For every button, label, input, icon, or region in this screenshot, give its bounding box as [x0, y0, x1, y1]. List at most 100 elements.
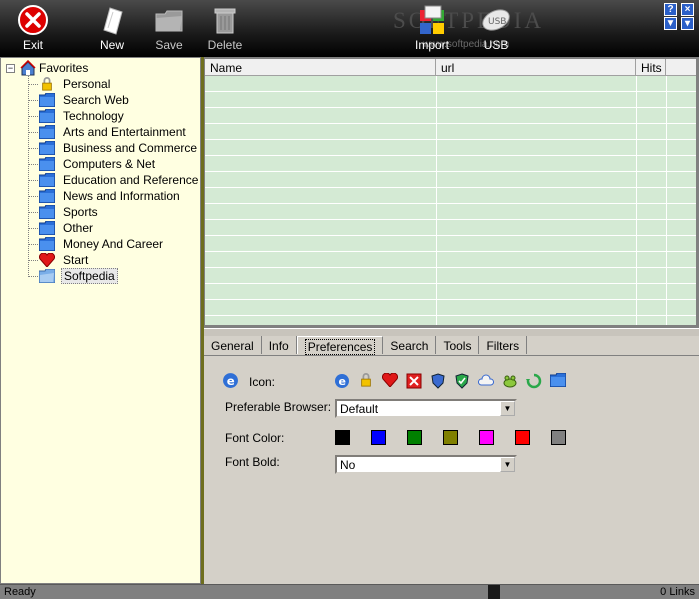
status-divider: [488, 585, 500, 599]
tree-item-label: Arts and Entertainment: [63, 125, 186, 139]
tree-guide-branch: [28, 228, 38, 229]
status-bar: Ready 0 Links: [0, 584, 699, 599]
exit-button[interactable]: Exit: [7, 4, 59, 54]
column-name[interactable]: Name: [205, 59, 436, 75]
ie-icon[interactable]: e: [334, 373, 350, 389]
tree-item[interactable]: Personal: [39, 76, 112, 92]
tree-item-label: Softpedia: [61, 268, 118, 284]
font-color-swatch[interactable]: [407, 430, 422, 445]
usb-icon: USB: [482, 9, 510, 31]
heart-icon[interactable]: [382, 372, 398, 389]
new-icon: [103, 7, 123, 35]
tree-item[interactable]: Arts and Entertainment: [38, 124, 188, 140]
import-button[interactable]: Import: [406, 4, 458, 54]
tree-item[interactable]: Search Web: [38, 92, 131, 108]
column-url[interactable]: url: [436, 59, 636, 75]
font-color-swatch[interactable]: [371, 430, 386, 445]
close-button[interactable]: ×: [681, 3, 694, 16]
link-count: 0 Links: [660, 586, 695, 598]
tree-root-favorites[interactable]: − Favorites: [6, 60, 88, 76]
tree-guide-branch: [28, 180, 38, 181]
tree-item-label: Computers & Net: [63, 157, 156, 171]
save-button[interactable]: Save: [143, 4, 195, 54]
tab-tools[interactable]: Tools: [436, 336, 480, 354]
font-color-swatch[interactable]: [515, 430, 530, 445]
folder-icon[interactable]: [549, 372, 567, 389]
shield-icon[interactable]: [430, 373, 446, 389]
shield-check-icon[interactable]: [454, 373, 470, 389]
status-text: Ready: [4, 586, 36, 598]
delete-button[interactable]: Delete: [199, 4, 251, 54]
tab-general[interactable]: General: [204, 336, 262, 354]
details-panel: General Info Preferences Search Tools Fi…: [204, 328, 699, 584]
lock-icon: [39, 77, 55, 91]
usb-button[interactable]: USB USB: [470, 4, 522, 54]
menu-button[interactable]: ▼: [664, 17, 677, 30]
tab-info[interactable]: Info: [262, 336, 297, 354]
tree-item[interactable]: Start: [39, 252, 90, 268]
import-label: Import: [414, 38, 449, 52]
font-bold-select[interactable]: No ▼: [335, 455, 517, 474]
tree-item-label: Personal: [63, 77, 111, 91]
browser-label: Preferable Browser:: [225, 400, 332, 414]
help-button[interactable]: ?: [664, 3, 677, 16]
tree-item[interactable]: Computers & Net: [38, 156, 157, 172]
folder-save-icon: [155, 10, 183, 32]
tab-strip: General Info Preferences Search Tools Fi…: [204, 336, 528, 356]
folder-icon: [38, 188, 56, 204]
font-color-swatch[interactable]: [335, 430, 350, 445]
tree-item-label: Technology: [63, 109, 124, 123]
tree-item[interactable]: Money And Career: [38, 236, 165, 252]
folder-icon: [38, 204, 56, 220]
tree-item[interactable]: Technology: [38, 108, 126, 124]
panel-separator[interactable]: [204, 328, 699, 336]
tree-item[interactable]: News and Information: [38, 188, 182, 204]
browser-select[interactable]: Default ▼: [335, 399, 517, 418]
home-icon: [20, 60, 36, 76]
tree-guide-branch: [28, 100, 38, 101]
tree-item-label: Business and Commerce: [63, 141, 198, 155]
lock-icon[interactable]: [358, 373, 374, 389]
usb-badge: USB: [488, 17, 506, 27]
folder-open-icon: [38, 268, 56, 284]
toolbar: Exit New Save Delete SOFTPEDIA www.softp…: [0, 0, 699, 57]
exit-label: Exit: [22, 38, 43, 52]
tree-item[interactable]: Business and Commerce: [38, 140, 199, 156]
chevron-down-icon[interactable]: ▼: [500, 401, 515, 416]
tree-item[interactable]: Education and Reference: [38, 172, 200, 188]
tree-item[interactable]: Sports: [38, 204, 100, 220]
chevron-down-icon[interactable]: ▼: [500, 457, 515, 472]
tab-preferences[interactable]: Preferences: [296, 336, 384, 355]
font-color-swatch[interactable]: [479, 430, 494, 445]
font-color-swatch[interactable]: [551, 430, 566, 445]
save-label: Save: [155, 38, 183, 52]
trash-icon: [214, 8, 236, 34]
tab-search[interactable]: Search: [383, 336, 437, 354]
close-icon[interactable]: [406, 373, 422, 389]
tree-item[interactable]: Other: [38, 220, 95, 236]
tree-item-label: News and Information: [63, 189, 180, 203]
frog-icon[interactable]: [502, 373, 518, 389]
tree-root-label: Favorites: [39, 61, 89, 75]
tree-guide-branch: [28, 260, 38, 261]
cloud-icon[interactable]: [477, 373, 495, 389]
recycle-icon[interactable]: [526, 373, 542, 389]
minimize-button[interactable]: ▾: [681, 17, 694, 30]
close-icon: ×: [684, 4, 691, 15]
tree-item-label: Other: [63, 221, 94, 235]
tab-filters[interactable]: Filters: [479, 336, 528, 354]
tree-guide-branch: [28, 196, 38, 197]
delete-label: Delete: [207, 38, 243, 52]
new-button[interactable]: New: [86, 4, 138, 54]
font-bold-label: Font Bold:: [225, 455, 280, 469]
favorites-tree: − Favorites Personal Search Web Technology…: [0, 57, 201, 584]
folder-icon: [38, 124, 56, 140]
tree-item-label: Sports: [63, 205, 98, 219]
tree-item[interactable]: Softpedia: [38, 268, 118, 284]
collapse-icon[interactable]: −: [6, 63, 15, 73]
column-hits[interactable]: Hits: [636, 59, 666, 75]
font-color-swatch[interactable]: [443, 430, 458, 445]
grid-body[interactable]: [205, 76, 696, 325]
new-label: New: [99, 38, 124, 52]
folder-icon: [38, 220, 56, 236]
